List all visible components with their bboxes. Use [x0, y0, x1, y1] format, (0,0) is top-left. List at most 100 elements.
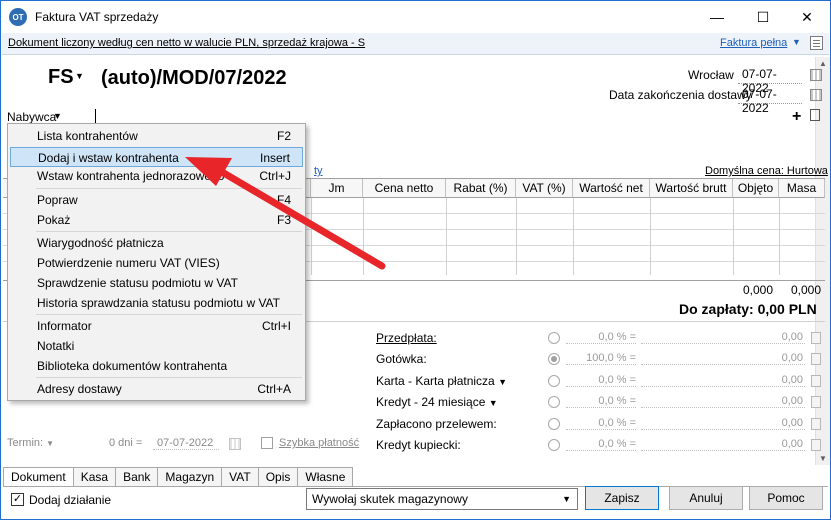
menu-item-add-insert-contractor[interactable]: Dodaj i wstaw kontrahenta Insert: [10, 147, 303, 167]
add-action-label[interactable]: Dodaj działanie: [29, 493, 111, 507]
document-list-icon[interactable]: [810, 36, 823, 50]
close-button[interactable]: ✕: [784, 1, 830, 33]
tab-document[interactable]: Dokument: [3, 467, 74, 487]
payment-percent-credit[interactable]: 0,0 % =: [566, 395, 636, 408]
window-title: Faktura VAT sprzedaży: [35, 10, 159, 24]
column-header-net-price[interactable]: Cena netto: [363, 179, 446, 198]
term-date-field[interactable]: 07-07-2022: [153, 437, 219, 450]
column-header-discount[interactable]: Rabat (%): [446, 179, 516, 198]
menu-item-vies[interactable]: Potwierdzenie numeru VAT (VIES): [10, 253, 303, 273]
maximize-button[interactable]: ☐: [740, 1, 786, 33]
column-header-mass[interactable]: Masa: [779, 179, 825, 198]
menu-item-one-time-contractor[interactable]: Wstaw kontrahenta jednorazowego Ctrl+J: [10, 166, 303, 186]
scroll-up-icon[interactable]: ▲: [819, 59, 827, 68]
tab-cash[interactable]: Kasa: [72, 467, 117, 486]
payment-label-transfer: Zapłacono przelewem:: [376, 417, 497, 431]
menu-item-delivery-addresses[interactable]: Adresy dostawy Ctrl+A: [10, 379, 303, 399]
quick-payment-label[interactable]: Szybka płatność: [279, 437, 359, 449]
column-header-jm[interactable]: Jm: [311, 179, 363, 198]
save-button[interactable]: Zapisz: [585, 486, 659, 510]
buyer-input-caret[interactable]: [95, 109, 96, 123]
tab-warehouse[interactable]: Magazyn: [157, 467, 223, 486]
delivery-date-field[interactable]: 07-07-2022: [738, 87, 802, 115]
term-days[interactable]: 0 dni =: [109, 437, 142, 449]
column-header-covered[interactable]: Objęto: [733, 179, 779, 198]
document-info-text[interactable]: Dokument liczony według cen netto w walu…: [8, 37, 365, 49]
payment-amount-prepayment[interactable]: 0,00: [641, 331, 805, 344]
warehouse-effect-select[interactable]: Wywołaj skutek magazynowy ▼: [306, 488, 578, 510]
payment-percent-prepayment[interactable]: 0,0 % =: [566, 331, 636, 344]
tab-description[interactable]: Opis: [257, 467, 299, 486]
term-label[interactable]: Termin: ▼: [7, 437, 54, 449]
column-header-net-value[interactable]: Wartość net: [573, 179, 650, 198]
menu-item-informator[interactable]: Informator Ctrl+I: [10, 316, 303, 336]
payment-percent-cash[interactable]: 100,0 % =: [566, 352, 636, 365]
tab-vat[interactable]: VAT: [221, 467, 259, 486]
menu-item-shortcut: F4: [276, 193, 291, 207]
payment-radio-card[interactable]: [548, 375, 560, 387]
payment-label-credit-text: Kredyt - 24 miesiące: [376, 395, 486, 409]
chevron-down-icon[interactable]: ▼: [562, 494, 571, 504]
menu-item-vat-status-check[interactable]: Sprawdzenie statusu podmiotu w VAT: [10, 273, 303, 293]
payment-percent-transfer[interactable]: 0,0 % =: [566, 417, 636, 430]
calculator-icon[interactable]: [811, 396, 821, 408]
list-icon[interactable]: [810, 109, 820, 121]
add-icon[interactable]: +: [792, 108, 801, 126]
payment-amount-transfer[interactable]: 0,00: [641, 417, 805, 430]
calendar-icon[interactable]: [229, 438, 241, 450]
chevron-down-icon[interactable]: ▼: [46, 439, 54, 448]
tab-bank[interactable]: Bank: [115, 467, 159, 486]
payment-label-prepayment[interactable]: Przedpłata:: [376, 331, 437, 345]
buyer-dropdown-icon[interactable]: ▼: [53, 111, 62, 121]
menu-item-payment-reliability[interactable]: Wiarygodność płatnicza: [10, 233, 303, 253]
help-button[interactable]: Pomoc: [749, 486, 823, 510]
payment-label-card[interactable]: Karta - Karta płatnicza ▼: [376, 374, 507, 388]
menu-item-edit[interactable]: Popraw F4: [10, 190, 303, 210]
menu-item-contractor-list[interactable]: Lista kontrahentów F2: [10, 126, 303, 146]
chevron-down-icon[interactable]: ▼: [792, 37, 801, 47]
calculator-icon[interactable]: [811, 332, 821, 344]
scroll-down-icon[interactable]: ▼: [819, 454, 827, 463]
payment-label-credit[interactable]: Kredyt - 24 miesiące ▼: [376, 395, 498, 409]
grid-divider: [733, 198, 734, 275]
payment-amount-card[interactable]: 0,00: [641, 374, 805, 387]
menu-item-show[interactable]: Pokaż F3: [10, 210, 303, 230]
calendar-icon[interactable]: [810, 89, 822, 101]
tab-custom[interactable]: Własne: [297, 467, 354, 486]
document-type[interactable]: FS: [48, 66, 74, 89]
payment-radio-credit[interactable]: [548, 396, 560, 408]
column-header-gross-value[interactable]: Wartość brutt: [650, 179, 733, 198]
payment-radio-cash[interactable]: [548, 353, 560, 365]
calendar-icon[interactable]: [810, 69, 822, 81]
issue-date-field[interactable]: 07-07-2022: [738, 67, 802, 95]
buyer-label[interactable]: Nabywca: [7, 110, 56, 124]
payment-radio-prepayment[interactable]: [548, 332, 560, 344]
payment-amount-credit[interactable]: 0,00: [641, 395, 805, 408]
menu-item-vat-status-history[interactable]: Historia sprawdzania statusu podmiotu w …: [10, 293, 303, 313]
calculator-icon[interactable]: [811, 418, 821, 430]
menu-separator: [36, 377, 302, 378]
quick-payment-checkbox[interactable]: [261, 437, 273, 449]
payment-percent-trade-credit[interactable]: 0,0 % =: [566, 438, 636, 451]
chevron-down-icon[interactable]: ▼: [498, 377, 507, 387]
payment-amount-trade-credit[interactable]: 0,00: [641, 438, 805, 451]
calculator-icon[interactable]: [811, 375, 821, 387]
menu-item-document-library[interactable]: Biblioteka dokumentów kontrahenta: [10, 356, 303, 376]
minimize-button[interactable]: —: [694, 1, 740, 33]
payment-amount-cash[interactable]: 0,00: [641, 352, 805, 365]
add-action-checkbox[interactable]: ✓: [11, 493, 24, 506]
calculator-icon[interactable]: [811, 353, 821, 365]
default-price-label[interactable]: Domyślna cena: Hurtowa: [705, 165, 828, 177]
cancel-button[interactable]: Anuluj: [669, 486, 743, 510]
payment-radio-trade-credit[interactable]: [548, 439, 560, 451]
doc-type-dropdown-icon[interactable]: ▼: [75, 71, 84, 81]
document-number: (auto)/MOD/07/2022: [101, 67, 287, 89]
vat-link[interactable]: ty: [314, 165, 323, 177]
full-invoice-link[interactable]: Faktura pełna: [720, 37, 787, 49]
chevron-down-icon[interactable]: ▼: [489, 398, 498, 408]
payment-radio-transfer[interactable]: [548, 418, 560, 430]
menu-item-notes[interactable]: Notatki: [10, 336, 303, 356]
calculator-icon[interactable]: [811, 439, 821, 451]
payment-percent-card[interactable]: 0,0 % =: [566, 374, 636, 387]
column-header-vat[interactable]: VAT (%): [516, 179, 573, 198]
